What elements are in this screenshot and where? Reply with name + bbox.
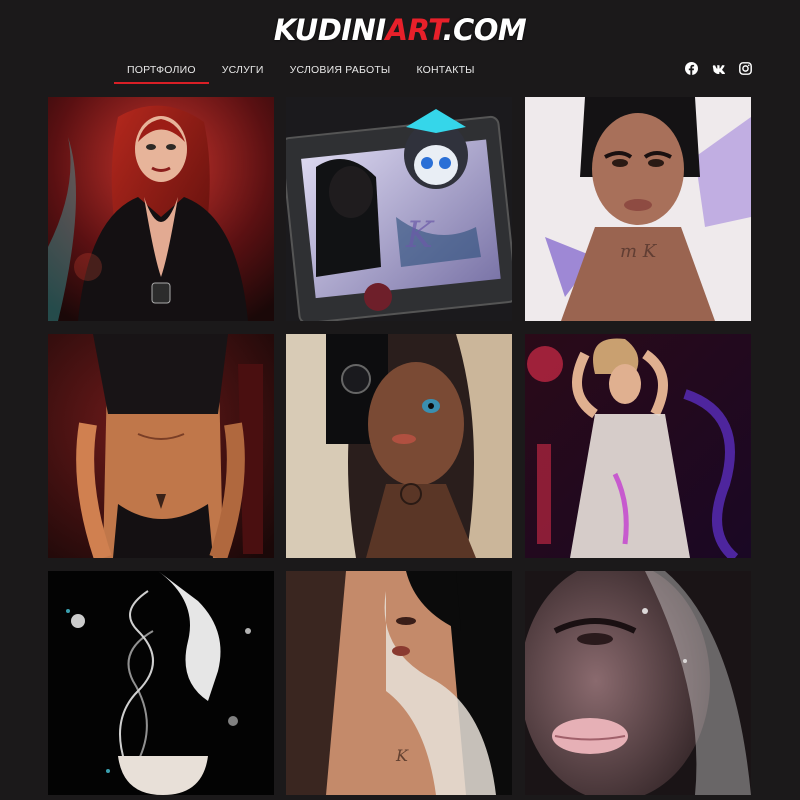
gallery-item-neck-tattoo-woman[interactable]: m K: [525, 97, 751, 321]
gallery-item-closeup-lips[interactable]: [525, 571, 751, 795]
main-nav: ПОРТФОЛИО УСЛУГИ УСЛОВИЯ РАБОТЫ КОНТАКТЫ: [114, 58, 488, 84]
svg-text:m K: m K: [620, 241, 658, 262]
artwork-image: [525, 334, 751, 558]
gallery-item-red-hair-woman[interactable]: [48, 97, 274, 321]
gallery-item-smoke-cup[interactable]: [48, 571, 274, 795]
logo-text-part2: ART: [385, 13, 443, 47]
facebook-icon[interactable]: [685, 62, 698, 75]
nav-item-services[interactable]: УСЛУГИ: [209, 58, 277, 84]
artwork-image: K: [286, 571, 512, 795]
artwork-image: [48, 97, 274, 321]
svg-text:K: K: [405, 215, 435, 256]
social-links: [685, 62, 752, 75]
gallery-item-tablet-mascot[interactable]: K: [286, 97, 512, 321]
site-logo[interactable]: KUDINIART.COM: [0, 12, 800, 48]
portfolio-gallery: K m K K: [48, 97, 751, 800]
instagram-icon[interactable]: [739, 62, 752, 75]
svg-text:K: K: [395, 746, 409, 765]
gallery-item-neon-dress[interactable]: [525, 334, 751, 558]
nav-item-portfolio[interactable]: ПОРТФОЛИО: [114, 58, 209, 84]
gallery-item-camera-woman[interactable]: [286, 334, 512, 558]
artwork-image: [525, 571, 751, 795]
artwork-image: [48, 334, 274, 558]
artwork-image: K: [286, 97, 512, 321]
gallery-item-profile-woman[interactable]: K: [286, 571, 512, 795]
nav-item-contacts[interactable]: КОНТАКТЫ: [403, 58, 487, 84]
artwork-image: m K: [525, 97, 751, 321]
artwork-image: [286, 334, 512, 558]
gallery-item-torso-tattoo[interactable]: [48, 334, 274, 558]
logo-text-part1: KUDINI: [273, 13, 386, 47]
artwork-image: [48, 571, 274, 795]
logo-text-part3: .COM: [442, 13, 527, 47]
nav-item-terms[interactable]: УСЛОВИЯ РАБОТЫ: [277, 58, 404, 84]
vk-icon[interactable]: [712, 62, 725, 75]
